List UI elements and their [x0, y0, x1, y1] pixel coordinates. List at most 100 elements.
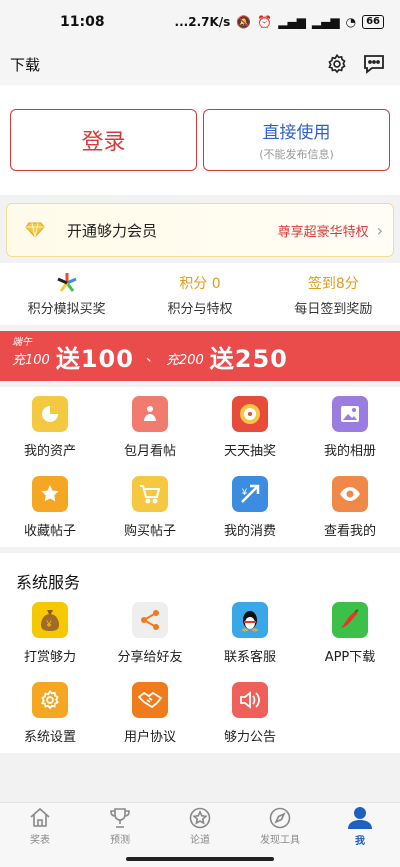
grid-label: 包月看帖 [123, 443, 176, 459]
user-icon [348, 807, 372, 829]
bottom-tab-bar: 奖表 预测 论道 发现工具 我 [0, 802, 400, 850]
tab-label: 预测 [110, 835, 130, 846]
tab-discuss[interactable]: 论道 [160, 803, 240, 850]
login-button[interactable]: 登录 [10, 109, 197, 171]
banner-big-1: 送100 [55, 344, 134, 373]
speaker-icon [232, 681, 268, 718]
banner-small-2: 充200 [165, 352, 204, 368]
page-title: 下载 [10, 55, 41, 74]
stat-value: 签到8分 [307, 275, 359, 292]
tab-label: 论道 [190, 835, 210, 846]
photo-album-icon [332, 395, 368, 432]
grid-label: 够力公告 [223, 729, 276, 745]
grid-item-monthly-posts[interactable]: 包月看帖 [100, 387, 200, 467]
tab-label: 奖表 [30, 835, 50, 846]
vip-label: 开通够力会员 [67, 221, 158, 240]
share-icon [132, 601, 168, 638]
banner-small-1: 充100 [12, 352, 50, 368]
grid-label: 用户协议 [123, 729, 176, 745]
gear-icon[interactable] [326, 53, 348, 75]
grid-item-system-settings[interactable]: 系统设置 [0, 673, 100, 753]
grid-label: 我的消费 [223, 523, 276, 539]
signal-icon-2: ▂▄▆ [311, 15, 340, 29]
login-section: 登录 直接使用 (不能发布信息) [0, 85, 400, 195]
grid-item-announcement[interactable]: 够力公告 [200, 673, 300, 753]
vip-bar[interactable]: 开通够力会员 尊享超豪华特权 › [6, 203, 394, 257]
grid-item-my-assets[interactable]: 我的资产 [0, 387, 100, 467]
tab-predict[interactable]: 预测 [80, 803, 160, 850]
banner-tag: 端午 [12, 337, 32, 348]
svg-text:¥: ¥ [46, 619, 53, 629]
money-bag-icon: ¥ [32, 601, 68, 638]
chili-pepper-icon [332, 601, 368, 638]
handshake-icon [132, 681, 168, 718]
stat-label: 每日签到奖励 [294, 301, 373, 317]
star-icon [32, 475, 68, 512]
network-speed: ...2.7K/s [174, 15, 231, 29]
home-icon [30, 807, 50, 827]
grid-label: 打赏够力 [23, 649, 76, 665]
home-indicator[interactable] [126, 857, 274, 861]
tab-label: 发现工具 [260, 835, 300, 846]
status-bar: 11:08 ...2.7K/s 🔕 ⏰ ▂▄▆ ▂▄▆ ◔ 66 [0, 0, 400, 44]
lottery-wheel-icon [232, 395, 268, 432]
status-icons: ...2.7K/s 🔕 ⏰ ▂▄▆ ▂▄▆ ◔ 66 [175, 15, 384, 29]
status-time: 11:08 [60, 14, 105, 30]
pinwheel-icon [56, 272, 78, 294]
stat-checkin[interactable]: 签到8分 每日签到奖励 [267, 272, 400, 317]
grid-label: 天天抽奖 [223, 443, 276, 459]
shopping-cart-icon [132, 475, 168, 512]
stats-row: 积分模拟买奖 积分 0 积分与特权 签到8分 每日签到奖励 [0, 263, 400, 325]
section-title: 系统服务 [16, 573, 81, 592]
banner-big-2: 送250 [209, 344, 288, 373]
grid-item-view-mine[interactable]: 查看我的 [300, 467, 400, 547]
mute-icon: 🔕 [236, 15, 252, 29]
direct-use-label: 直接使用 [262, 123, 331, 143]
direct-use-button[interactable]: 直接使用 (不能发布信息) [203, 109, 390, 171]
grid-label: 联系客服 [223, 649, 276, 665]
chat-icon[interactable] [362, 53, 386, 75]
grid-label: 查看我的 [323, 523, 376, 539]
tab-me[interactable]: 我 [320, 803, 400, 850]
grid-item-daily-lottery[interactable]: 天天抽奖 [200, 387, 300, 467]
grid-item-app-download[interactable]: APP下载 [300, 593, 400, 673]
grid-item-favorite-posts[interactable]: 收藏帖子 [0, 467, 100, 547]
grid-item-tip[interactable]: ¥ 打赏够力 [0, 593, 100, 673]
grid-item-buy-posts[interactable]: 购买帖子 [100, 467, 200, 547]
grid-label: 我的资产 [23, 443, 76, 459]
trophy-icon [110, 808, 130, 828]
grid-label: 我的相册 [323, 443, 376, 459]
compass-icon [269, 807, 291, 829]
pie-chart-icon [32, 395, 68, 432]
grid-label: APP下载 [324, 649, 376, 665]
vip-benefit: 尊享超豪华特权 [277, 224, 369, 240]
tab-label: 我 [355, 836, 365, 847]
tab-discover-tools[interactable]: 发现工具 [240, 803, 320, 850]
grid-item-user-agreement[interactable]: 用户协议 [100, 673, 200, 753]
grid-empty-slot [300, 673, 400, 753]
stat-points[interactable]: 积分 0 积分与特权 [133, 272, 266, 317]
grid-item-share[interactable]: 分享给好友 [100, 593, 200, 673]
star-circle-icon [189, 807, 211, 829]
settings-icon [32, 681, 68, 718]
tab-home[interactable]: 奖表 [0, 803, 80, 850]
system-services-section: 系统服务 ¥ 打赏够力 分享给好友 联系客服 APP下载 系统设置 用户协议 够… [0, 553, 400, 753]
svg-text:¥: ¥ [241, 487, 248, 497]
banner-separator: 、 [145, 349, 160, 365]
diamond-icon [25, 222, 45, 238]
grid-item-my-album[interactable]: 我的相册 [300, 387, 400, 467]
grid-item-contact-service[interactable]: 联系客服 [200, 593, 300, 673]
stat-simulate-buy[interactable]: 积分模拟买奖 [0, 272, 133, 317]
chevron-right-icon: › [376, 220, 383, 240]
grid-label: 系统设置 [23, 729, 76, 745]
stat-value: 积分 0 [179, 275, 221, 292]
meditation-icon [132, 395, 168, 432]
grid-item-my-spending[interactable]: ¥ 我的消费 [200, 467, 300, 547]
qq-penguin-icon [232, 601, 268, 638]
eye-icon [332, 475, 368, 512]
promo-banner[interactable]: 端午 充100 送100 、 充200 送250 [0, 331, 400, 381]
battery-icon: 66 [362, 15, 384, 29]
wifi-icon: ◔ [345, 15, 357, 29]
my-features-grid: 我的资产 包月看帖 天天抽奖 我的相册 收藏帖子 购买帖子 ¥ 我的消费 查看我… [0, 387, 400, 547]
yen-arrow-icon: ¥ [232, 475, 268, 512]
